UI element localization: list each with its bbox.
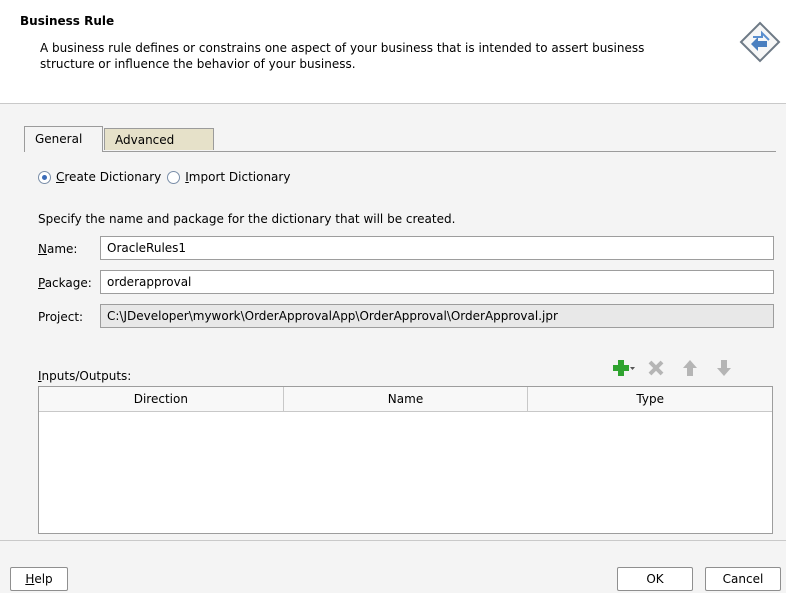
dialog-content: General Advanced Create Dictionary Impor…: [0, 104, 786, 540]
column-name[interactable]: Name: [284, 387, 529, 411]
create-dictionary-radio[interactable]: [38, 170, 51, 184]
dialog-description: A business rule defines or constrains on…: [40, 41, 645, 71]
dialog-title: Business Rule: [20, 14, 115, 28]
project-label: Project:: [38, 310, 84, 324]
io-toolbar: [612, 358, 734, 378]
column-direction[interactable]: Direction: [39, 387, 284, 411]
instruction-text: Specify the name and package for the dic…: [38, 212, 456, 226]
name-label: Name:: [38, 242, 78, 256]
business-rule-diamond-icon: [739, 21, 781, 63]
package-label: Package:: [38, 276, 92, 290]
dialog-footer: Help OK Cancel: [0, 540, 786, 593]
project-field: C:\JDeveloper\mywork\OrderApprovalApp\Or…: [100, 304, 774, 328]
move-up-icon[interactable]: [680, 358, 700, 378]
dialog-header: Business Rule A business rule defines or…: [0, 0, 786, 104]
tab-general[interactable]: General: [24, 126, 103, 152]
table-header: Direction Name Type: [39, 387, 772, 412]
delete-icon[interactable]: [646, 358, 666, 378]
package-field[interactable]: [100, 270, 774, 294]
add-icon[interactable]: [612, 358, 635, 378]
inputs-outputs-table[interactable]: Direction Name Type: [38, 386, 773, 534]
inputs-outputs-label: Inputs/Outputs:: [38, 369, 132, 383]
cancel-button[interactable]: Cancel: [705, 567, 781, 591]
import-dictionary-radio[interactable]: [167, 170, 181, 184]
help-button[interactable]: Help: [10, 567, 68, 591]
column-type[interactable]: Type: [528, 387, 772, 411]
tab-advanced[interactable]: Advanced: [104, 128, 214, 150]
tab-divider: [24, 151, 776, 152]
move-down-icon[interactable]: [714, 358, 734, 378]
create-dictionary-label[interactable]: Create Dictionary: [56, 170, 161, 184]
ok-button[interactable]: OK: [617, 567, 693, 591]
import-dictionary-label[interactable]: Import Dictionary: [185, 170, 290, 184]
name-field[interactable]: [100, 236, 774, 260]
dictionary-mode-group: Create Dictionary Import Dictionary: [38, 170, 296, 184]
